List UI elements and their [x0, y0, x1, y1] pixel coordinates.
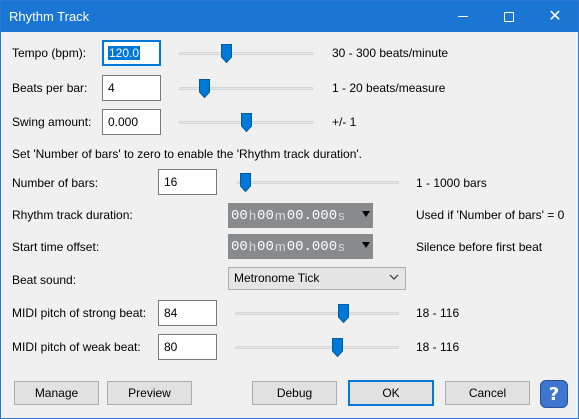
number-of-bars-range: 1 - 1000 bars — [416, 176, 487, 190]
start-offset-note: Silence before first beat — [416, 240, 543, 254]
duration-time-control[interactable]: 00 h 00 m 00.000 s — [228, 203, 373, 228]
tempo-value: 120.0 — [108, 46, 141, 60]
duration-seconds[interactable]: 00.000 — [287, 208, 337, 224]
beats-per-bar-input[interactable]: 4 — [102, 75, 161, 101]
slider-track — [235, 312, 399, 315]
slider-track — [179, 52, 313, 55]
instruction-text: Set 'Number of bars' to zero to enable t… — [12, 147, 363, 161]
weak-pitch-label: MIDI pitch of weak beat: — [12, 340, 141, 354]
tempo-label: Tempo (bpm): — [12, 46, 87, 60]
help-icon: ? — [548, 383, 560, 405]
beats-per-bar-slider[interactable] — [179, 78, 313, 98]
slider-track — [237, 181, 399, 184]
offset-seconds[interactable]: 00.000 — [287, 239, 337, 255]
duration-note: Used if 'Number of bars' = 0 — [416, 208, 565, 222]
slider-thumb[interactable] — [199, 79, 210, 98]
maximize-icon — [504, 11, 514, 22]
offset-hours-unit: h — [248, 239, 257, 254]
beats-per-bar-range: 1 - 20 beats/measure — [332, 81, 446, 95]
strong-pitch-slider[interactable] — [235, 303, 399, 323]
duration-seconds-unit: s — [338, 208, 345, 223]
title-bar: Rhythm Track ✕ — [1, 1, 578, 32]
swing-slider[interactable] — [179, 112, 313, 132]
slider-thumb[interactable] — [332, 338, 343, 357]
duration-minutes-unit: m — [274, 208, 286, 223]
slider-thumb[interactable] — [338, 304, 349, 323]
window-title: Rhythm Track — [9, 9, 90, 24]
maximize-button[interactable] — [486, 1, 532, 32]
close-button[interactable]: ✕ — [532, 1, 578, 32]
rhythm-track-dialog: Rhythm Track ✕ Tempo (bpm): 120.0 30 - 3… — [0, 0, 579, 419]
number-of-bars-label: Number of bars: — [12, 176, 99, 190]
strong-pitch-range: 18 - 116 — [416, 306, 460, 320]
start-offset-time-control[interactable]: 00 h 00 m 00.000 s — [228, 234, 373, 259]
preview-button[interactable]: Preview — [107, 381, 192, 405]
tempo-range: 30 - 300 beats/minute — [332, 46, 449, 60]
slider-track — [235, 346, 399, 349]
duration-hours-unit: h — [248, 208, 257, 223]
slider-thumb[interactable] — [241, 113, 252, 132]
swing-range: +/- 1 — [332, 115, 357, 129]
duration-minutes[interactable]: 00 — [257, 208, 274, 224]
swing-label: Swing amount: — [12, 115, 92, 129]
number-of-bars-input[interactable]: 16 — [158, 169, 217, 195]
chevron-down-icon[interactable] — [362, 242, 370, 248]
weak-pitch-slider[interactable] — [235, 337, 399, 357]
beats-per-bar-label: Beats per bar: — [12, 81, 88, 95]
beat-sound-select[interactable]: Metronome Tick — [228, 267, 406, 290]
ok-button[interactable]: OK — [348, 380, 434, 406]
offset-minutes-unit: m — [274, 239, 286, 254]
offset-seconds-unit: s — [338, 239, 345, 254]
strong-pitch-input[interactable]: 84 — [158, 300, 217, 326]
debug-button[interactable]: Debug — [252, 381, 337, 405]
slider-thumb[interactable] — [240, 173, 251, 192]
weak-pitch-input[interactable]: 80 — [158, 334, 217, 360]
minimize-button[interactable] — [440, 1, 486, 32]
start-offset-label: Start time offset: — [12, 240, 100, 254]
duration-label: Rhythm track duration: — [12, 208, 133, 222]
minimize-icon — [458, 16, 468, 17]
tempo-input[interactable]: 120.0 — [102, 40, 161, 66]
cancel-button[interactable]: Cancel — [445, 381, 530, 405]
strong-pitch-label: MIDI pitch of strong beat: — [12, 306, 147, 320]
manage-button[interactable]: Manage — [14, 381, 99, 405]
chevron-down-icon[interactable] — [362, 211, 370, 217]
tempo-slider[interactable] — [179, 43, 313, 63]
help-button[interactable]: ? — [540, 380, 568, 408]
offset-hours[interactable]: 00 — [231, 239, 248, 255]
close-icon: ✕ — [548, 7, 562, 25]
beat-sound-label: Beat sound: — [12, 273, 77, 287]
duration-hours[interactable]: 00 — [231, 208, 248, 224]
chevron-down-icon — [389, 274, 399, 280]
weak-pitch-range: 18 - 116 — [416, 340, 460, 354]
beat-sound-value: Metronome Tick — [234, 271, 320, 285]
swing-input[interactable]: 0.000 — [102, 109, 161, 135]
number-of-bars-slider[interactable] — [237, 172, 399, 192]
offset-minutes[interactable]: 00 — [257, 239, 274, 255]
slider-thumb[interactable] — [221, 44, 232, 63]
